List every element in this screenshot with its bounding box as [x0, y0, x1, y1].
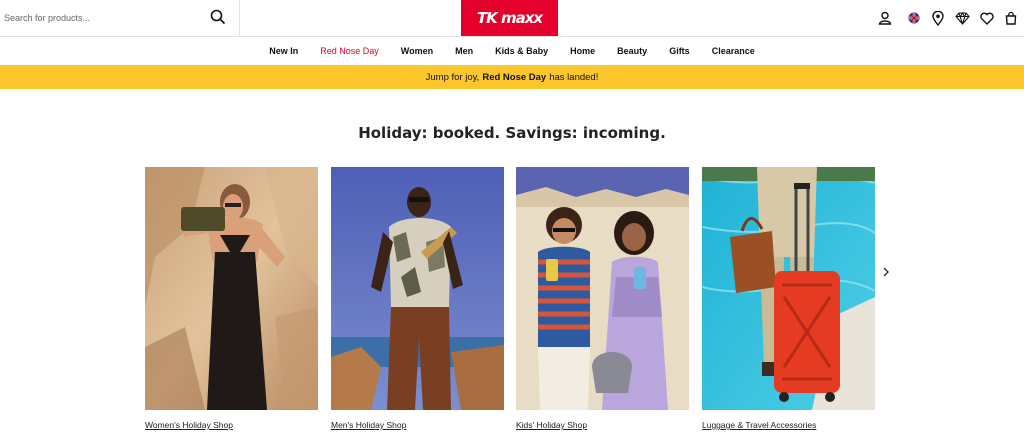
section-heading: Holiday: booked. Savings: incoming. — [358, 124, 666, 142]
banner-text-pre: Jump for joy, — [425, 71, 480, 83]
chevron-right-icon — [882, 264, 890, 282]
category-card-men[interactable]: Men's Holiday Shop — [331, 167, 504, 430]
bag-icon[interactable] — [1002, 9, 1020, 27]
carousel-next-button[interactable] — [879, 265, 893, 281]
nav-men[interactable]: Men — [444, 46, 484, 56]
brand-logo[interactable]: TK maxx — [461, 0, 558, 36]
nav-women[interactable]: Women — [390, 46, 444, 56]
wishlist-icon[interactable] — [978, 9, 996, 27]
category-card-women[interactable]: Women's Holiday Shop — [145, 167, 318, 430]
banner-text-bold: Red Nose Day — [482, 71, 547, 83]
gold-label-icon[interactable] — [953, 9, 971, 27]
search-input[interactable] — [4, 9, 199, 27]
site-header: TK maxx — [0, 0, 1024, 37]
search-bar — [0, 0, 240, 36]
store-locator-icon[interactable] — [929, 9, 947, 27]
kids-holiday-shop-link[interactable]: Kids' Holiday Shop — [516, 420, 587, 430]
luggage-image[interactable] — [702, 167, 875, 410]
nav-new-in[interactable]: New In — [258, 46, 309, 56]
uk-flag-icon[interactable] — [905, 9, 923, 27]
account-icon[interactable] — [876, 9, 894, 27]
category-card-kids[interactable]: Kids' Holiday Shop — [516, 167, 689, 430]
category-card-luggage[interactable]: Luggage & Travel Accessories — [702, 167, 875, 430]
nav-kids-baby[interactable]: Kids & Baby — [484, 46, 559, 56]
men-holiday-image[interactable] — [331, 167, 504, 410]
promo-banner[interactable]: Jump for joy, Red Nose Day has landed! — [0, 65, 1024, 89]
banner-text-post: has landed! — [549, 71, 599, 83]
women-holiday-image[interactable] — [145, 167, 318, 410]
luggage-travel-accessories-link[interactable]: Luggage & Travel Accessories — [702, 420, 816, 430]
nav-beauty[interactable]: Beauty — [606, 46, 658, 56]
nav-red-nose-day[interactable]: Red Nose Day — [309, 46, 390, 56]
women-holiday-shop-link[interactable]: Women's Holiday Shop — [145, 420, 233, 430]
kids-holiday-image[interactable] — [516, 167, 689, 410]
nav-clearance[interactable]: Clearance — [701, 46, 766, 56]
nav-home[interactable]: Home — [559, 46, 606, 56]
main-nav: New In Red Nose Day Women Men Kids & Bab… — [0, 37, 1024, 65]
logo-text: TK maxx — [476, 9, 543, 27]
nav-gifts[interactable]: Gifts — [658, 46, 701, 56]
men-holiday-shop-link[interactable]: Men's Holiday Shop — [331, 420, 406, 430]
search-icon[interactable] — [210, 9, 228, 27]
